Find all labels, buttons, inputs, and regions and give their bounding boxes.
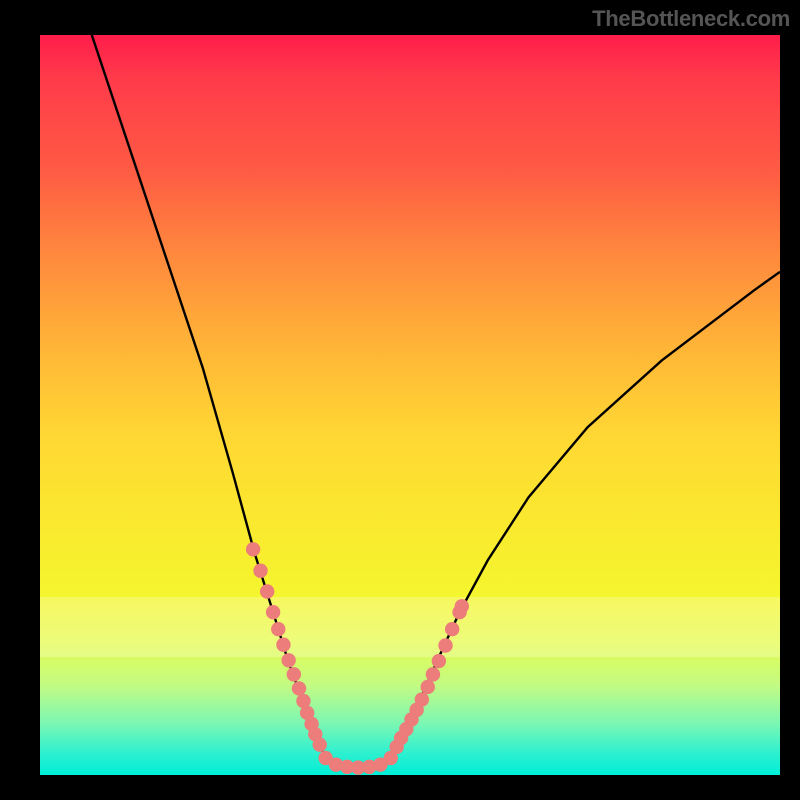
marker-dot [271, 622, 285, 636]
marker-dot [426, 667, 440, 681]
marker-dot [246, 542, 260, 556]
marker-dot [432, 654, 446, 668]
marker-dot [445, 622, 459, 636]
marker-dot [313, 737, 327, 751]
marker-dot [276, 638, 290, 652]
marker-dot [281, 653, 295, 667]
marker-dot [415, 692, 429, 706]
chart-svg [40, 35, 780, 775]
marker-dot [266, 605, 280, 619]
plot-area [40, 35, 780, 775]
watermark-text: TheBottleneck.com [592, 6, 790, 32]
marker-dot [260, 584, 274, 598]
chart-frame: TheBottleneck.com [0, 0, 800, 800]
marker-dot [421, 680, 435, 694]
marker-dot [253, 564, 267, 578]
marker-dot [438, 638, 452, 652]
marker-dot [455, 599, 469, 613]
marker-dot [292, 681, 306, 695]
marker-dot [287, 667, 301, 681]
